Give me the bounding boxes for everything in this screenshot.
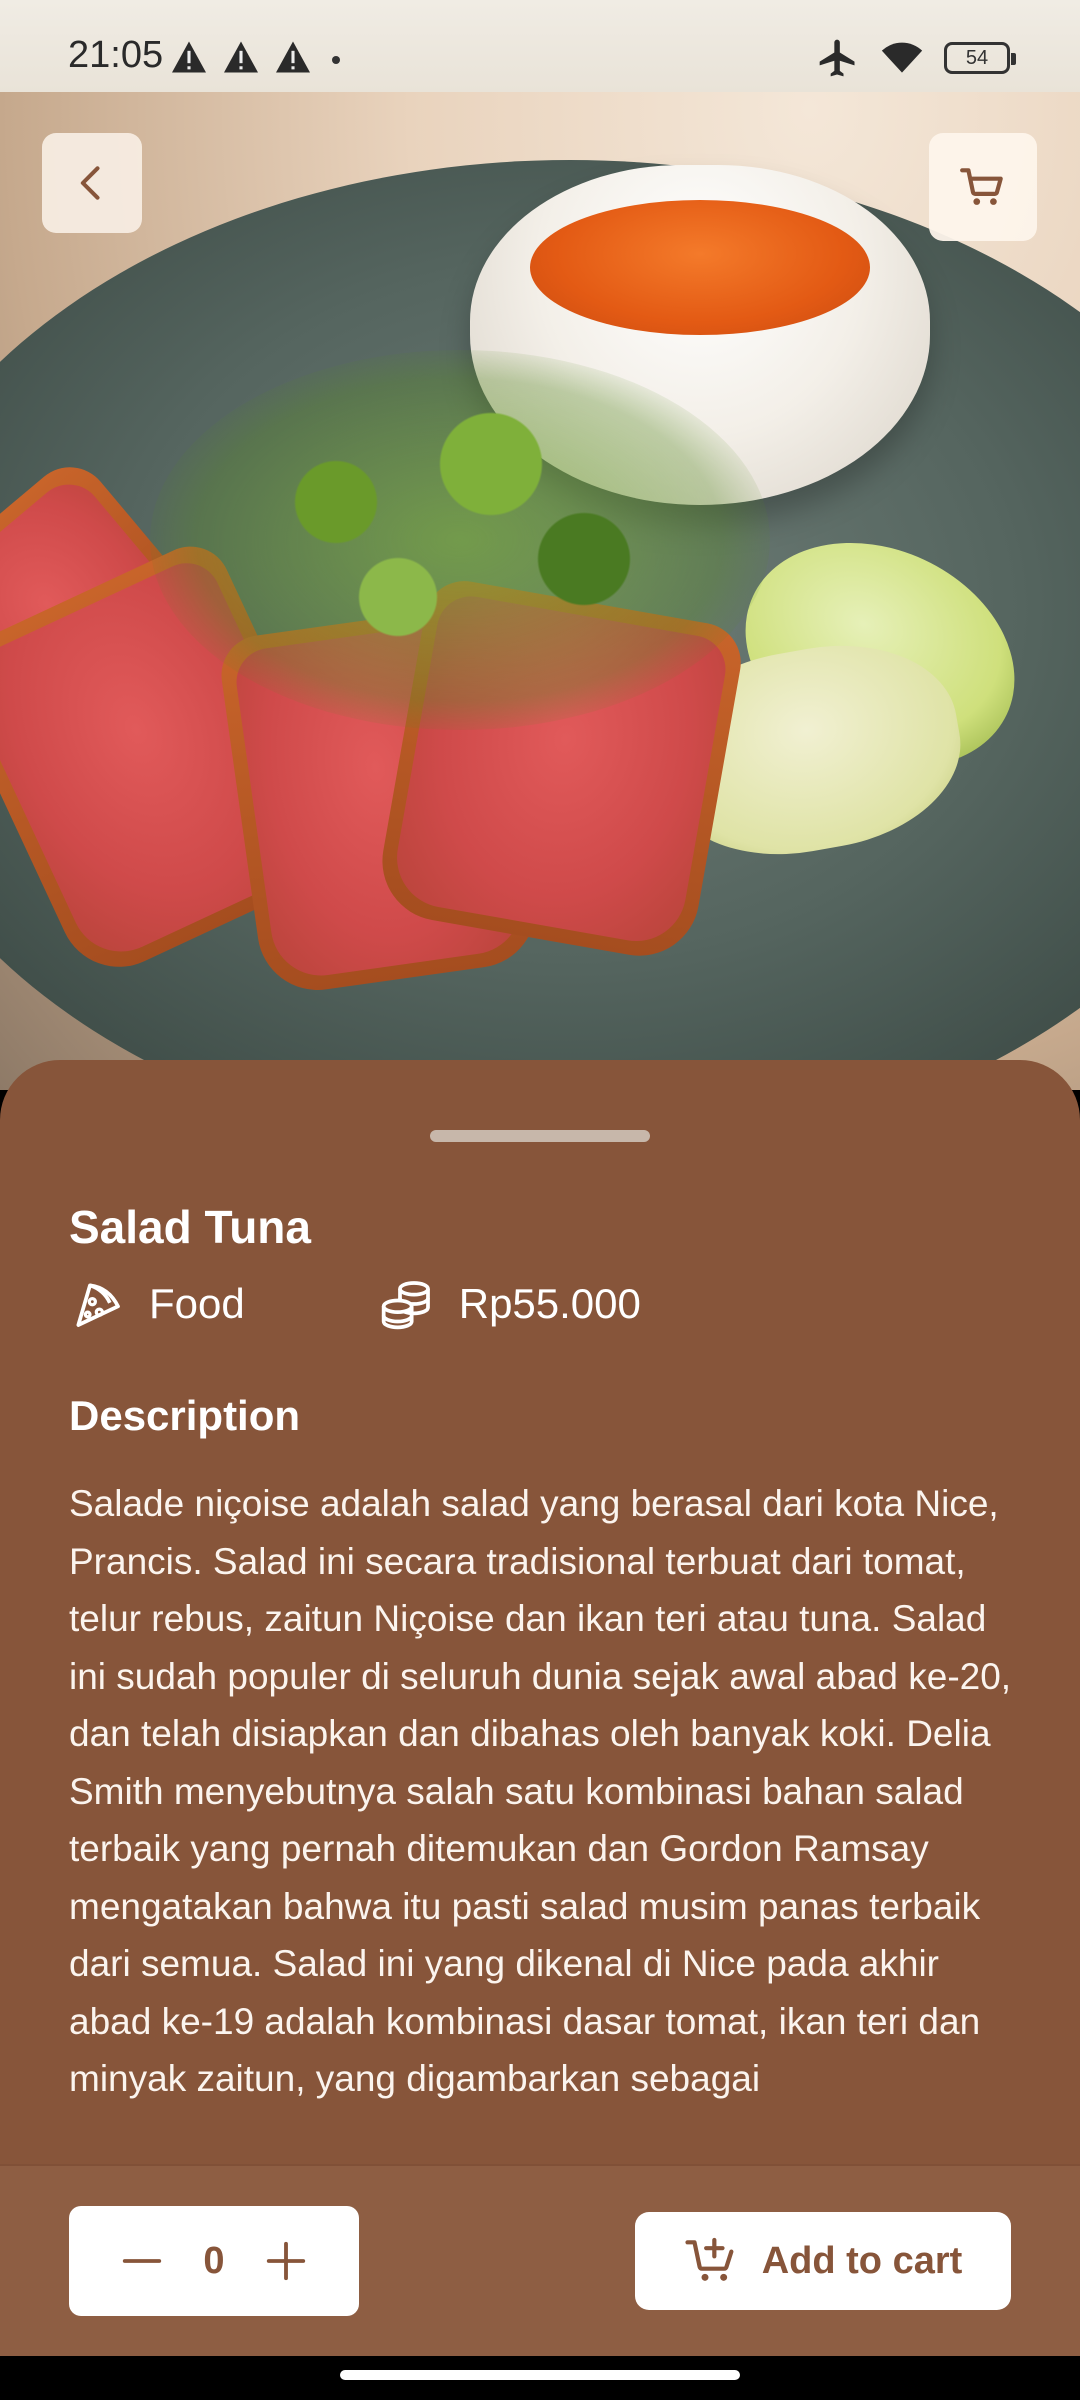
navigation-bar — [0, 2356, 1080, 2400]
category-label: Food — [149, 1280, 245, 1327]
product-detail-sheet[interactable]: Salad Tuna Food Rp55.000 Description Sal… — [0, 1060, 1080, 2166]
action-bar: 0 Add to cart — [0, 2166, 1080, 2356]
chevron-left-icon — [80, 166, 100, 200]
quantity-value: 0 — [203, 2239, 225, 2282]
pizza-slice-icon — [76, 1283, 120, 1327]
status-right: 54 — [816, 36, 1016, 80]
coins-icon — [381, 1281, 430, 1330]
cart-plus-icon — [685, 2237, 734, 2281]
price-label: Rp55.000 — [458, 1280, 641, 1327]
increase-button[interactable] — [263, 2238, 309, 2284]
battery-level: 54 — [965, 46, 989, 69]
notification-dot — [332, 56, 340, 64]
back-button[interactable] — [42, 133, 142, 233]
microgreens-graphic — [150, 350, 770, 730]
cart-button[interactable] — [929, 133, 1037, 241]
minus-icon — [122, 2259, 162, 2263]
drag-handle[interactable] — [430, 1130, 650, 1142]
description-heading: Description — [69, 1392, 301, 1439]
status-bar: 21:05 54 — [0, 0, 1080, 92]
warning-icon — [276, 41, 310, 73]
product-title: Salad Tuna — [69, 1201, 311, 1253]
warning-icon — [224, 41, 258, 73]
warning-icon — [172, 41, 206, 73]
airplane-icon — [819, 39, 855, 77]
food-photo — [0, 0, 1080, 1090]
status-time: 21:05 — [68, 34, 164, 76]
warning-icons — [170, 40, 312, 74]
wifi-icon — [881, 42, 923, 73]
decrease-button[interactable] — [119, 2238, 165, 2284]
battery-icon: 54 — [944, 42, 1016, 74]
product-meta: Food Rp55.000 — [69, 1276, 641, 1332]
quantity-stepper: 0 — [69, 2206, 359, 2316]
plus-icon — [266, 2241, 306, 2281]
sauce-graphic — [530, 200, 870, 335]
add-to-cart-label: Add to cart — [761, 2239, 963, 2282]
home-indicator[interactable] — [340, 2370, 740, 2380]
description-text: Salade niçoise adalah salad yang berasal… — [69, 1483, 1012, 2099]
category-info: Food — [69, 1276, 245, 1332]
cart-icon — [960, 168, 1003, 205]
price-info: Rp55.000 — [379, 1276, 641, 1332]
add-to-cart-button[interactable]: Add to cart — [635, 2212, 1011, 2310]
